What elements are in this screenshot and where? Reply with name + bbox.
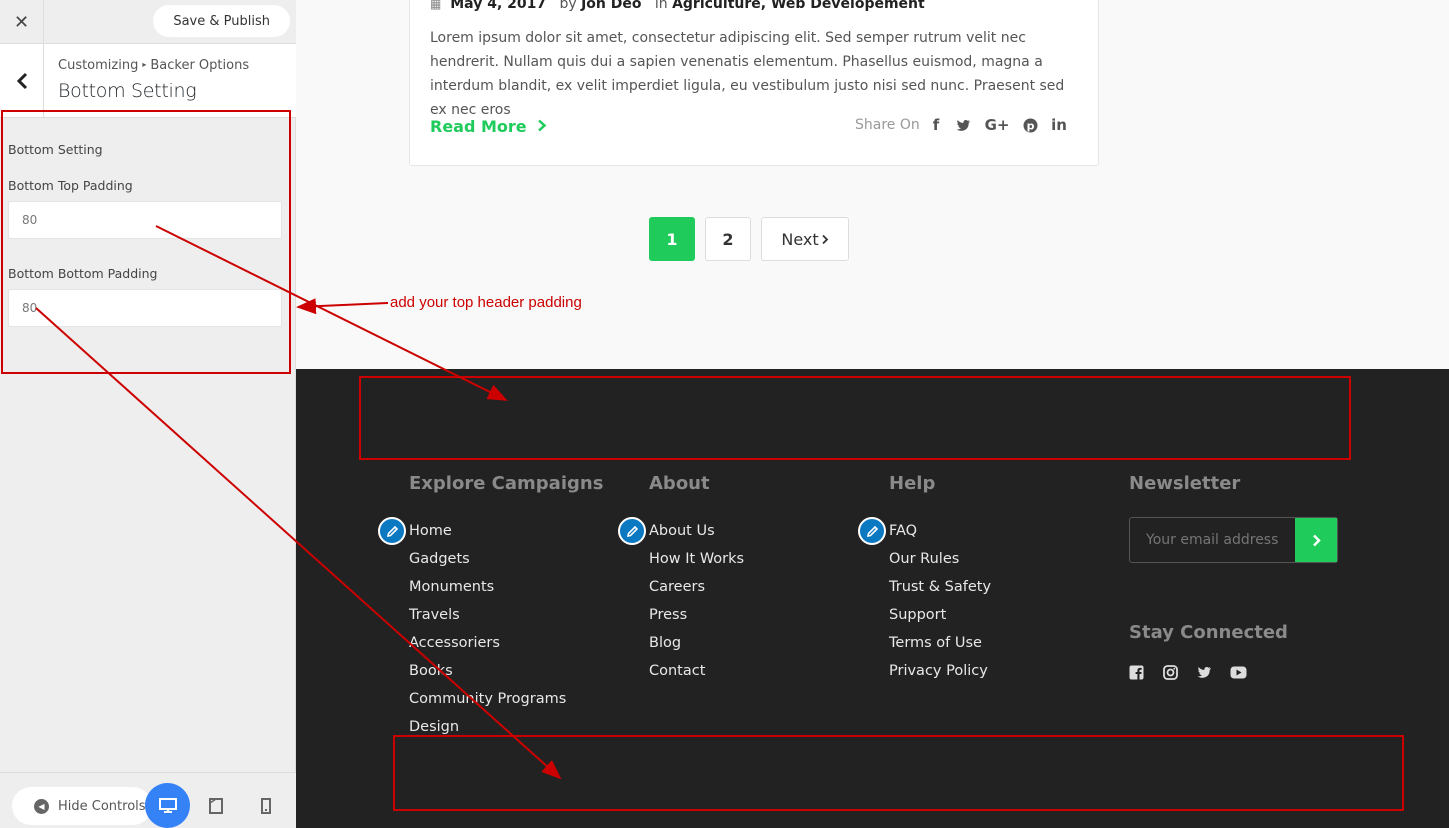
pinterest-icon[interactable]: p [1020,114,1040,136]
breadcrumb-root: Customizing [58,58,139,73]
footer-link[interactable]: Accessoriers [409,630,566,658]
desktop-icon [158,797,177,813]
edit-shortcut-about[interactable] [618,517,646,545]
save-publish-button[interactable]: Save & Publish [153,5,290,37]
hide-controls-label: Hide Controls [58,798,146,814]
back-button[interactable] [0,44,44,118]
top-padding-input[interactable] [8,201,282,239]
group-label: Bottom Setting [8,142,103,157]
top-padding-label: Bottom Top Padding [8,178,133,193]
customizer-sidebar: ✕ Save & Publish Customizing ▸ Backer Opti… [0,0,296,828]
footer-link[interactable]: Our Rules [889,546,991,574]
footer-link[interactable]: Terms of Use [889,630,991,658]
close-customizer-button[interactable]: ✕ [0,0,44,44]
footer-list-help: FAQ Our Rules Trust & Safety Support Ter… [889,518,991,686]
footer-title-help: Help [889,473,936,494]
twitter-icon[interactable] [953,114,973,136]
linkedin-icon[interactable]: in [1049,114,1069,136]
chevron-right-icon [822,234,828,244]
twitter-icon[interactable] [1194,662,1214,682]
section-header: Customizing ▸ Backer Options Bottom Settin… [0,44,296,118]
tablet-icon [209,798,223,814]
footer-link[interactable]: Press [649,602,744,630]
post-in-label: in [654,0,668,12]
customizer-header: ✕ Save & Publish [0,0,296,44]
pencil-icon [626,525,638,537]
footer-link[interactable]: Blog [649,630,744,658]
pagination-page-2[interactable]: 2 [705,217,751,261]
read-more-link[interactable]: Read More [430,117,547,136]
post-excerpt: Lorem ipsum dolor sit amet, consectetur … [430,30,1065,118]
footer-title-about: About [649,473,710,494]
footer-link[interactable]: Privacy Policy [889,658,991,686]
footer-list-about: About Us How It Works Careers Press Blog… [649,518,744,686]
close-icon: ✕ [13,11,30,33]
footer-title-newsletter: Newsletter [1129,473,1241,494]
chevron-right-icon [538,119,547,132]
customizer-footer: ◀ Hide Controls [0,772,296,828]
pagination-next[interactable]: Next [761,217,849,261]
bottom-padding-label: Bottom Bottom Padding [8,266,158,281]
footer-link[interactable]: About Us [649,518,744,546]
edit-shortcut-explore[interactable] [378,517,406,545]
footer-link[interactable]: Community Programs [409,686,566,714]
hide-controls-button[interactable]: ◀ Hide Controls [12,787,152,825]
preview-desktop-button[interactable] [145,783,190,828]
mobile-icon [261,798,271,814]
collapse-icon: ◀ [34,798,49,814]
bottom-padding-input[interactable] [8,289,282,327]
footer-link[interactable]: Gadgets [409,546,566,574]
arrow-to-settings [296,298,389,315]
facebook-icon[interactable]: f [926,114,946,136]
footer-title-stay-connected: Stay Connected [1129,622,1288,643]
post-categories[interactable]: Agriculture, Web Developement [672,0,925,12]
post-by-label: by [559,0,577,12]
footer-link[interactable]: Trust & Safety [889,574,991,602]
post-date: May 4, 2017 [450,0,547,12]
preview-mobile-button[interactable] [256,795,276,817]
footer-link[interactable]: Design [409,714,566,742]
instagram-icon[interactable] [1160,662,1180,682]
footer-link[interactable]: Home [409,518,566,546]
footer-link[interactable]: How It Works [649,546,744,574]
newsletter-email-input[interactable] [1130,518,1295,562]
google-plus-icon[interactable]: G+ [985,114,1010,136]
share-label: Share On [855,117,920,133]
newsletter-form [1129,517,1338,563]
pagination-next-label: Next [781,229,819,249]
footer-link[interactable]: Careers [649,574,744,602]
read-more-label: Read More [430,117,527,136]
breadcrumb: Customizing ▸ Backer Options [58,58,249,73]
preview-tablet-button[interactable] [206,795,226,817]
breadcrumb-section: Backer Options [150,58,250,73]
newsletter-submit-button[interactable] [1295,518,1337,562]
footer-title-explore: Explore Campaigns [409,473,604,494]
footer-link[interactable]: Support [889,602,991,630]
annotation-text: add your top header padding [390,294,582,311]
footer-list-explore: Home Gadgets Monuments Travels Accessori… [409,518,566,742]
footer-link[interactable]: Monuments [409,574,566,602]
footer-link[interactable]: FAQ [889,518,991,546]
post-author[interactable]: Jon Deo [581,0,641,12]
pagination-page-1[interactable]: 1 [649,217,695,261]
svg-text:p: p [1026,119,1034,132]
footer-link[interactable]: Travels [409,602,566,630]
pencil-icon [866,525,878,537]
breadcrumb-separator-icon: ▸ [142,60,147,69]
chevron-right-icon [1312,534,1321,546]
facebook-square-icon[interactable] [1126,662,1146,682]
edit-shortcut-help[interactable] [858,517,886,545]
footer-link[interactable]: Books [409,658,566,686]
calendar-icon: ▦ [430,0,442,11]
footer-link[interactable]: Contact [649,658,744,686]
pencil-icon [386,525,398,537]
post-meta: ▦ May 4, 2017 by Jon Deo in Agriculture,… [430,0,925,12]
section-title: Bottom Setting [58,80,197,102]
chevron-left-icon [16,72,27,90]
youtube-icon[interactable] [1228,662,1248,682]
